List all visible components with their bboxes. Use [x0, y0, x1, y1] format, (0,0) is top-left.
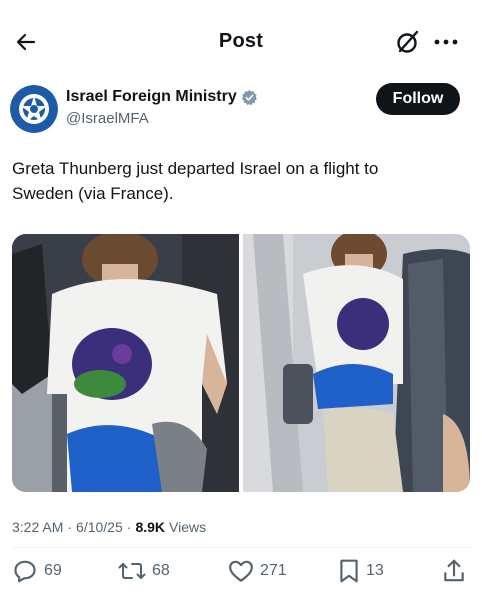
media-grid: [12, 234, 470, 492]
verified-badge-icon: [241, 89, 257, 105]
post-meta: 3:22 AM · 6/10/25 · 8.9K Views: [12, 519, 206, 535]
repost-count: 68: [152, 562, 170, 579]
repost-button[interactable]: 68: [118, 556, 170, 586]
grok-button[interactable]: [393, 27, 423, 57]
bookmark-count: 13: [366, 562, 384, 579]
post-date[interactable]: 6/10/25: [76, 519, 123, 535]
israel-mfa-logo-icon: [10, 85, 58, 133]
photo-2-image: [243, 234, 470, 492]
follow-button[interactable]: Follow: [376, 83, 460, 115]
repost-icon: [118, 563, 146, 579]
grok-icon: [397, 30, 419, 53]
share-icon: [444, 559, 464, 582]
post-text-line: Sweden (via France).: [12, 184, 174, 203]
share-button[interactable]: [442, 556, 466, 586]
more-button[interactable]: [430, 30, 462, 54]
post-author: Israel Foreign Ministry @IsraelMFA Follo…: [0, 80, 482, 150]
meta-separator: ·: [67, 519, 73, 535]
bookmark-icon: [340, 559, 358, 583]
more-icon: [434, 39, 458, 45]
author-handle[interactable]: @IsraelMFA: [66, 110, 149, 127]
like-button[interactable]: 271: [228, 556, 287, 586]
action-bar: 69 68 271 13: [0, 556, 482, 588]
post-time[interactable]: 3:22 AM: [12, 519, 63, 535]
views-label: Views: [169, 519, 207, 535]
like-count: 271: [260, 562, 287, 579]
reply-icon: [14, 560, 36, 583]
views-count: 8.9K: [135, 519, 166, 535]
meta-separator: ·: [126, 519, 132, 535]
author-name-row: Israel Foreign Ministry: [66, 88, 258, 106]
author-name[interactable]: Israel Foreign Ministry: [66, 88, 237, 106]
avatar[interactable]: [10, 85, 58, 133]
top-bar: Post: [0, 0, 482, 80]
heart-icon: [229, 560, 253, 582]
post-text-line: Greta Thunberg just departed Israel on a…: [12, 159, 379, 178]
photo-1[interactable]: [12, 234, 239, 492]
reply-button[interactable]: 69: [12, 556, 62, 586]
post-text: Greta Thunberg just departed Israel on a…: [12, 156, 472, 206]
bookmark-button[interactable]: 13: [338, 556, 384, 586]
photo-1-image: [12, 234, 239, 492]
photo-2[interactable]: [243, 234, 470, 492]
reply-count: 69: [44, 562, 62, 579]
divider: [12, 547, 470, 548]
